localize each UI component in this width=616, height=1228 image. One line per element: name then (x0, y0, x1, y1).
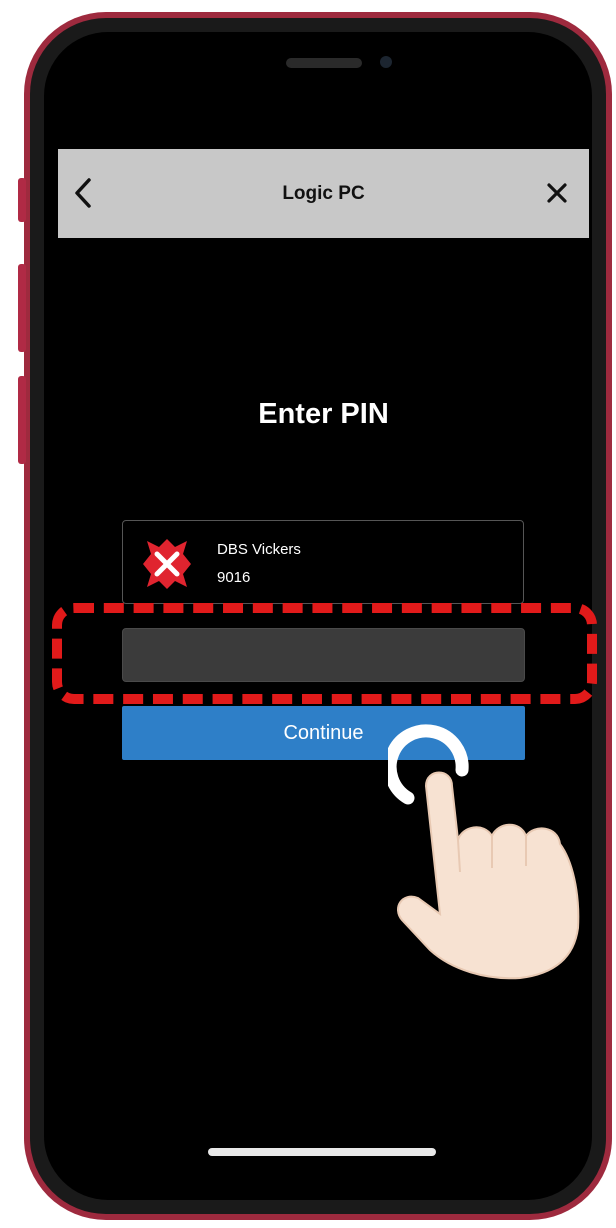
dbs-logo-icon (143, 539, 191, 589)
account-number: 9016 (217, 569, 251, 586)
earpiece-speaker (286, 58, 362, 68)
back-button[interactable] (66, 173, 100, 213)
home-indicator[interactable] (208, 1148, 436, 1156)
nav-title: Logic PC (282, 183, 365, 204)
close-button[interactable] (537, 173, 577, 213)
chevron-left-icon (75, 178, 91, 208)
silent-switch (18, 178, 26, 222)
account-name: DBS Vickers (217, 541, 301, 558)
front-camera (380, 56, 392, 68)
volume-up-button (18, 264, 26, 352)
navigation-bar: Logic PC (58, 149, 589, 238)
pin-input[interactable] (122, 628, 525, 682)
volume-down-button (18, 376, 26, 464)
page-title: Enter PIN (258, 398, 389, 430)
continue-button[interactable]: Continue (122, 706, 525, 760)
close-icon (547, 183, 567, 203)
account-card: DBS Vickers 9016 (122, 520, 524, 604)
